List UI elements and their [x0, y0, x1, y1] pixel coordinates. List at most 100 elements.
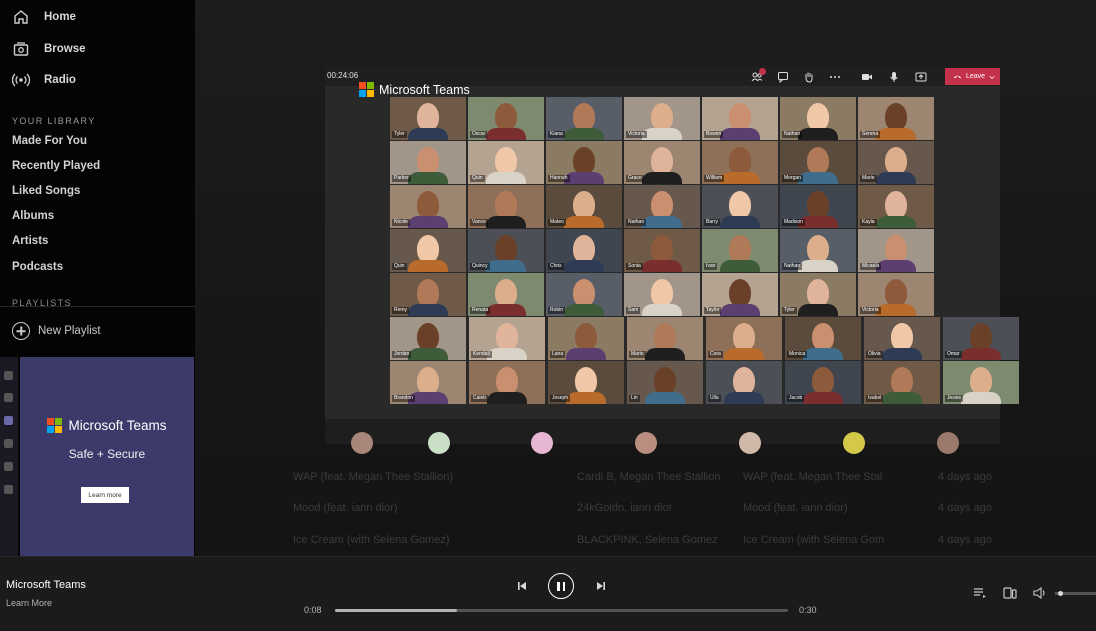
microphone-icon[interactable] [888, 70, 900, 82]
library-artists[interactable]: Artists [12, 235, 48, 247]
activity-icon[interactable] [4, 371, 13, 380]
raise-hand-icon[interactable] [803, 70, 815, 83]
participant-tile[interactable]: Bowen [702, 97, 778, 140]
participant-tile[interactable]: William [702, 141, 778, 184]
participant-tile[interactable]: Isabel [864, 361, 940, 404]
avatar[interactable] [635, 432, 657, 454]
chevron-down-icon [989, 75, 995, 79]
library-albums[interactable]: Albums [12, 210, 54, 222]
participant-tile[interactable]: Grace [624, 141, 700, 184]
participant-face [729, 235, 751, 263]
participant-tile[interactable]: Quin [468, 141, 544, 184]
participant-tile[interactable]: Chris [546, 229, 622, 272]
participant-tile[interactable]: Olivia [864, 317, 940, 360]
ad-banner[interactable]: Microsoft Teams Safe + Secure Learn more [20, 357, 194, 556]
participant-tile[interactable]: Morgan [780, 141, 856, 184]
participant-tile[interactable]: Kiana [546, 97, 622, 140]
participant-tile[interactable]: Jacob [785, 361, 861, 404]
participant-tile[interactable]: Quin [390, 229, 466, 272]
nav-browse[interactable]: Browse [12, 38, 86, 60]
participant-tile[interactable]: Barry [702, 185, 778, 228]
volume-knob[interactable] [1058, 591, 1064, 596]
more-options-icon[interactable] [829, 70, 841, 82]
participant-tile[interactable]: Caleb [469, 361, 545, 404]
participant-tile[interactable]: Ulla [706, 361, 782, 404]
participant-tile[interactable]: Micaela [858, 229, 934, 272]
participant-tile[interactable]: Jordan [390, 317, 466, 360]
queue-icon[interactable] [973, 587, 987, 599]
participant-tile[interactable]: Kayla [858, 185, 934, 228]
participant-tile[interactable]: Lin [627, 361, 703, 404]
participant-tile[interactable]: Mateo [546, 185, 622, 228]
camera-icon[interactable] [861, 70, 873, 82]
participant-tile[interactable]: Vance [468, 185, 544, 228]
nav-radio[interactable]: Radio [12, 69, 76, 91]
participant-tile[interactable]: Tyler [390, 97, 466, 140]
participant-tile[interactable]: Brandon [390, 361, 466, 404]
participant-tile[interactable]: Victoria [624, 97, 700, 140]
participant-tile[interactable]: Taylor [702, 273, 778, 316]
participant-tile[interactable]: Tyler [780, 273, 856, 316]
participant-tile[interactable]: Hannah [546, 141, 622, 184]
pause-button[interactable] [548, 573, 574, 599]
ad-learn-more-button[interactable]: Learn more [81, 487, 129, 503]
chat-icon[interactable] [4, 393, 13, 402]
participant-tile[interactable]: Madison [780, 185, 856, 228]
chat-icon[interactable] [777, 70, 789, 84]
participant-tile[interactable]: Marie [858, 141, 934, 184]
avatar[interactable] [531, 432, 553, 454]
avatar[interactable] [937, 432, 959, 454]
next-track-icon[interactable] [595, 580, 607, 592]
participant-tile[interactable]: Cora [706, 317, 782, 360]
avatar[interactable] [428, 432, 450, 454]
teams-icon[interactable] [4, 416, 13, 425]
track-row[interactable]: WAP (feat. Megan Thee Stallion) Cardi B, … [195, 466, 1096, 490]
participant-tile[interactable]: Mario [627, 317, 703, 360]
progress-bar[interactable] [335, 609, 788, 612]
participant-tile[interactable]: Renata [468, 273, 544, 316]
participant-tile[interactable]: Joseph [548, 361, 624, 404]
participant-tile[interactable]: Serena [858, 97, 934, 140]
track-row[interactable]: Mood (feat. iann dior) 24kGoldn, iann dio… [195, 497, 1096, 521]
avatar[interactable] [843, 432, 865, 454]
avatar[interactable] [739, 432, 761, 454]
participant-tile[interactable]: Ivan [702, 229, 778, 272]
participant-tile[interactable]: Oscar [468, 97, 544, 140]
volume-icon[interactable] [1033, 587, 1047, 599]
library-podcasts[interactable]: Podcasts [12, 261, 63, 273]
devices-icon[interactable] [1003, 587, 1017, 599]
participant-tile[interactable]: Omar [943, 317, 1019, 360]
nav-home[interactable]: Home [12, 6, 76, 28]
participant-tile[interactable]: Nathan [780, 229, 856, 272]
previous-track-icon[interactable] [516, 580, 528, 592]
participant-tile[interactable]: Kendall [469, 317, 545, 360]
participant-tile[interactable]: Robin [546, 273, 622, 316]
participant-tile[interactable]: Remy [390, 273, 466, 316]
now-playing-subtitle[interactable]: Learn More [6, 598, 52, 608]
library-made-for-you[interactable]: Made For You [12, 135, 87, 147]
avatar[interactable] [351, 432, 373, 454]
participants-icon[interactable] [751, 68, 766, 82]
participant-tile[interactable]: Nathan [780, 97, 856, 140]
participant-tile[interactable]: Sam [624, 273, 700, 316]
library-recently-played[interactable]: Recently Played [12, 160, 100, 172]
participant-tile[interactable]: Victoria [858, 273, 934, 316]
participant-tile[interactable]: Monica [785, 317, 861, 360]
new-playlist-button[interactable]: New Playlist [12, 321, 101, 341]
participant-tile[interactable]: Sonia [624, 229, 700, 272]
participant-tile[interactable]: Nicole [390, 185, 466, 228]
now-playing-title[interactable]: Microsoft Teams [6, 579, 86, 591]
participant-tile[interactable]: Lana [548, 317, 624, 360]
calendar-icon[interactable] [4, 439, 13, 448]
participant-tile[interactable]: Parker [390, 141, 466, 184]
share-screen-icon[interactable] [915, 70, 927, 82]
participant-tile[interactable]: Jessie [943, 361, 1019, 404]
leave-button[interactable]: Leave [945, 68, 1000, 85]
track-row[interactable]: Ice Cream (with Selena Gomez) BLACKPINK, … [195, 529, 1096, 553]
calls-icon[interactable] [4, 462, 13, 471]
participant-tile[interactable]: Nathan [624, 185, 700, 228]
volume-slider[interactable] [1055, 591, 1096, 596]
files-icon[interactable] [4, 485, 13, 494]
participant-tile[interactable]: Quincy [468, 229, 544, 272]
library-liked-songs[interactable]: Liked Songs [12, 185, 80, 197]
